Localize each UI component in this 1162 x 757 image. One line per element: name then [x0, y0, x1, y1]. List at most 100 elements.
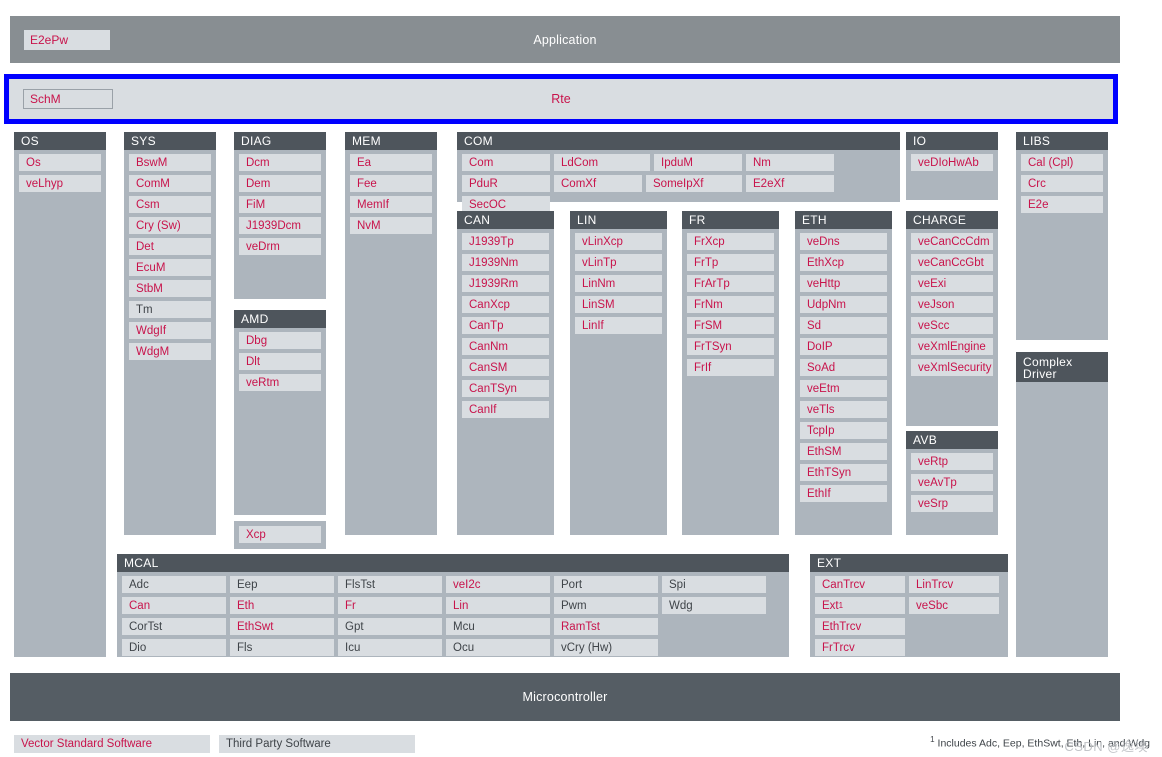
module-cansm[interactable]: CanSM: [462, 359, 549, 376]
module-vecanccgbt[interactable]: veCanCcGbt: [911, 254, 993, 271]
module-flstst[interactable]: FlsTst: [338, 576, 442, 593]
module-fls[interactable]: Fls: [230, 639, 334, 656]
module-canif[interactable]: CanIf: [462, 401, 549, 418]
module-fr[interactable]: Fr: [338, 597, 442, 614]
module-j1939rm[interactable]: J1939Rm: [462, 275, 549, 292]
module-eth[interactable]: Eth: [230, 597, 334, 614]
module-someipxf[interactable]: SomeIpXf: [646, 175, 742, 192]
module-vertm[interactable]: veRtm: [239, 374, 321, 391]
module-ext[interactable]: Ext 1: [815, 597, 905, 614]
module-vlinxcp[interactable]: vLinXcp: [575, 233, 662, 250]
module-ecum[interactable]: EcuM: [129, 259, 211, 276]
module-frtp[interactable]: FrTp: [687, 254, 774, 271]
module-linsm[interactable]: LinSM: [575, 296, 662, 313]
module-frartp[interactable]: FrArTp: [687, 275, 774, 292]
module-vecancccdm[interactable]: veCanCcCdm: [911, 233, 993, 250]
module-j1939tp[interactable]: J1939Tp: [462, 233, 549, 250]
module-tm[interactable]: Tm: [129, 301, 211, 318]
module-pwm[interactable]: Pwm: [554, 597, 658, 614]
module-wdgm[interactable]: WdgM: [129, 343, 211, 360]
module-cannm[interactable]: CanNm: [462, 338, 549, 355]
module-frtsyn[interactable]: FrTSyn: [687, 338, 774, 355]
module-dem[interactable]: Dem: [239, 175, 321, 192]
module-veetm[interactable]: veEtm: [800, 380, 887, 397]
module-det[interactable]: Det: [129, 238, 211, 255]
module-sd[interactable]: Sd: [800, 317, 887, 334]
module-udpnm[interactable]: UdpNm: [800, 296, 887, 313]
module-ocu[interactable]: Ocu: [446, 639, 550, 656]
module-linnm[interactable]: LinNm: [575, 275, 662, 292]
module-dio[interactable]: Dio: [122, 639, 226, 656]
module-vescc[interactable]: veScc: [911, 317, 993, 334]
module-wdg[interactable]: Wdg: [662, 597, 766, 614]
module-memif[interactable]: MemIf: [350, 196, 432, 213]
module-ea[interactable]: Ea: [350, 154, 432, 171]
module-vesrp[interactable]: veSrp: [911, 495, 993, 512]
module-cal-cpl[interactable]: Cal (Cpl): [1021, 154, 1103, 171]
module-e2e[interactable]: E2e: [1021, 196, 1103, 213]
e2epw-module[interactable]: E2ePw: [24, 29, 110, 50]
module-crc[interactable]: Crc: [1021, 175, 1103, 192]
module-doip[interactable]: DoIP: [800, 338, 887, 355]
module-cortst[interactable]: CorTst: [122, 618, 226, 635]
module-stbm[interactable]: StbM: [129, 280, 211, 297]
module-vetls[interactable]: veTls: [800, 401, 887, 418]
module-adc[interactable]: Adc: [122, 576, 226, 593]
module-frtrcv[interactable]: FrTrcv: [815, 639, 905, 656]
module-bswm[interactable]: BswM: [129, 154, 211, 171]
module-mcu[interactable]: Mcu: [446, 618, 550, 635]
module-can[interactable]: Can: [122, 597, 226, 614]
schm-module[interactable]: SchM: [23, 89, 113, 109]
module-ethtsyn[interactable]: EthTSyn: [800, 464, 887, 481]
module-xcp[interactable]: Xcp: [239, 526, 321, 543]
module-vertp[interactable]: veRtp: [911, 453, 993, 470]
module-vexmlengine[interactable]: veXmlEngine: [911, 338, 993, 355]
module-ethswt[interactable]: EthSwt: [230, 618, 334, 635]
module-ethxcp[interactable]: EthXcp: [800, 254, 887, 271]
module-veavtp[interactable]: veAvTp: [911, 474, 993, 491]
module-frnm[interactable]: FrNm: [687, 296, 774, 313]
module-cantp[interactable]: CanTp: [462, 317, 549, 334]
module-nm[interactable]: Nm: [746, 154, 834, 171]
module-csm[interactable]: Csm: [129, 196, 211, 213]
module-nvm[interactable]: NvM: [350, 217, 432, 234]
module-vejson[interactable]: veJson: [911, 296, 993, 313]
module-velhyp[interactable]: veLhyp: [19, 175, 101, 192]
module-ipdum[interactable]: IpduM: [654, 154, 742, 171]
module-com[interactable]: Com: [462, 154, 550, 171]
module-vcry-hw[interactable]: vCry (Hw): [554, 639, 658, 656]
module-fim[interactable]: FiM: [239, 196, 321, 213]
module-frxcp[interactable]: FrXcp: [687, 233, 774, 250]
module-dcm[interactable]: Dcm: [239, 154, 321, 171]
module-vediohwab[interactable]: veDIoHwAb: [911, 154, 993, 171]
module-comxf[interactable]: ComXf: [554, 175, 642, 192]
module-eep[interactable]: Eep: [230, 576, 334, 593]
module-vlintp[interactable]: vLinTp: [575, 254, 662, 271]
module-wdgif[interactable]: WdgIf: [129, 322, 211, 339]
module-pdur[interactable]: PduR: [462, 175, 550, 192]
module-spi[interactable]: Spi: [662, 576, 766, 593]
module-canxcp[interactable]: CanXcp: [462, 296, 549, 313]
module-ldcom[interactable]: LdCom: [554, 154, 650, 171]
module-frif[interactable]: FrIf: [687, 359, 774, 376]
module-ethif[interactable]: EthIf: [800, 485, 887, 502]
module-tcpip[interactable]: TcpIp: [800, 422, 887, 439]
module-e2exf[interactable]: E2eXf: [746, 175, 834, 192]
module-vedns[interactable]: veDns: [800, 233, 887, 250]
module-cantsyn[interactable]: CanTSyn: [462, 380, 549, 397]
module-lintrcv[interactable]: LinTrcv: [909, 576, 999, 593]
module-icu[interactable]: Icu: [338, 639, 442, 656]
module-ethsm[interactable]: EthSM: [800, 443, 887, 460]
module-vedrm[interactable]: veDrm: [239, 238, 321, 255]
module-veexi[interactable]: veExi: [911, 275, 993, 292]
module-vesbc[interactable]: veSbc: [909, 597, 999, 614]
module-dbg[interactable]: Dbg: [239, 332, 321, 349]
module-lin[interactable]: Lin: [446, 597, 550, 614]
module-linif[interactable]: LinIf: [575, 317, 662, 334]
module-dlt[interactable]: Dlt: [239, 353, 321, 370]
module-port[interactable]: Port: [554, 576, 658, 593]
module-cry-sw[interactable]: Cry (Sw): [129, 217, 211, 234]
module-ethtrcv[interactable]: EthTrcv: [815, 618, 905, 635]
module-soad[interactable]: SoAd: [800, 359, 887, 376]
module-gpt[interactable]: Gpt: [338, 618, 442, 635]
